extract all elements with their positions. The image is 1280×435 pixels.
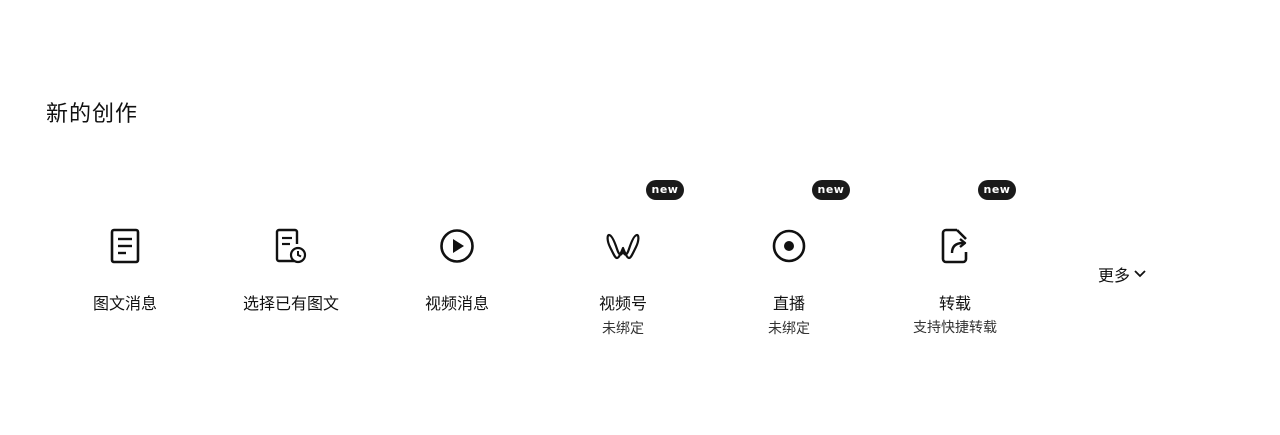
chevron-down-icon xyxy=(1134,270,1146,278)
new-badge: new xyxy=(978,180,1016,200)
new-badge: new xyxy=(646,180,684,200)
item-label: 视频消息 xyxy=(424,294,489,313)
play-circle-icon xyxy=(437,226,477,266)
item-label: 直播 xyxy=(772,294,805,313)
item-label: 视频号 xyxy=(598,294,647,313)
item-label: 图文消息 xyxy=(92,294,157,313)
create-video-message-button[interactable]: 视频消息 xyxy=(374,178,540,378)
create-channels-button[interactable]: new 视频号 未绑定 xyxy=(540,178,706,378)
channels-icon xyxy=(603,226,643,266)
item-label: 选择已有图文 xyxy=(242,294,339,313)
item-label: 转载 xyxy=(938,294,971,313)
item-status: 未绑定 xyxy=(602,321,644,337)
repost-icon xyxy=(935,226,975,266)
repost-button[interactable]: new 转载 支持快捷转载 xyxy=(872,178,1038,378)
creation-options: 图文消息 选择已有图文 视频消息 new 视频号 未绑定 new 直播 未绑定 … xyxy=(42,178,1042,378)
new-badge: new xyxy=(812,180,850,200)
more-label: 更多 xyxy=(1098,266,1131,285)
document-clock-icon xyxy=(271,226,311,266)
select-existing-article-button[interactable]: 选择已有图文 xyxy=(208,178,374,378)
more-button[interactable]: 更多 xyxy=(1098,262,1147,286)
item-status: 未绑定 xyxy=(768,321,810,337)
item-description: 支持快捷转载 xyxy=(913,320,997,336)
create-article-button[interactable]: 图文消息 xyxy=(42,178,208,378)
document-icon xyxy=(105,226,145,266)
section-title: 新的创作 xyxy=(46,102,139,127)
create-live-button[interactable]: new 直播 未绑定 xyxy=(706,178,872,378)
live-icon xyxy=(769,226,809,266)
